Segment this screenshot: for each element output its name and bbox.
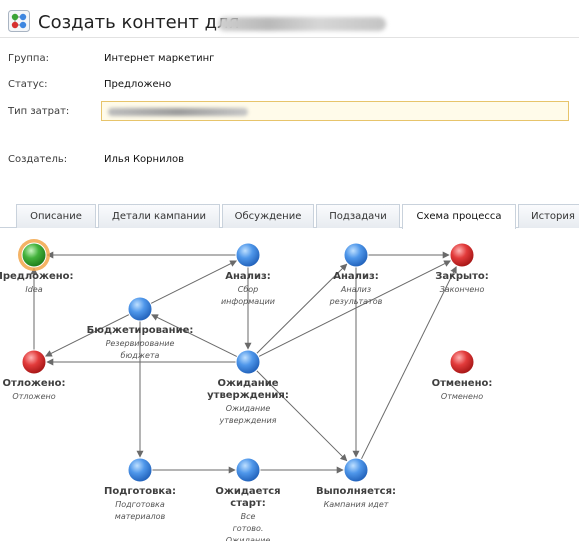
- state-description-postponed: Отложено: [12, 392, 55, 401]
- state-title-awaiting: утверждения:: [207, 390, 289, 401]
- state-description-cancelled: Отменено: [441, 392, 483, 401]
- state-title-waitstart: старт:: [230, 498, 265, 509]
- state-node-closed[interactable]: [449, 242, 475, 268]
- tab-subtasks[interactable]: Подзадачи: [316, 204, 400, 228]
- state-title-postponed: Отложено:: [2, 378, 65, 389]
- state-description-proposed: Idea: [25, 285, 42, 294]
- state-title-proposed: Предложено:: [0, 271, 74, 282]
- creator-label: Создатель:: [8, 154, 68, 165]
- state-title-budgeting: Бюджетирование:: [87, 325, 194, 336]
- status-label: Статус:: [8, 79, 48, 90]
- state-title-running: Выполняется:: [316, 486, 396, 497]
- tab-discussion[interactable]: Обсуждение: [222, 204, 314, 228]
- state-description-analysis2: Анализ: [340, 285, 371, 294]
- redacted-cost-type: [108, 108, 248, 116]
- state-node-analysis1[interactable]: [235, 242, 261, 268]
- state-description-running: Кампания идет: [324, 500, 389, 509]
- state-node-cancelled[interactable]: [449, 349, 475, 375]
- state-description-analysis2: результатов: [329, 297, 383, 306]
- state-node-waitstart[interactable]: [235, 457, 261, 483]
- state-node-budgeting[interactable]: [127, 296, 153, 322]
- state-node-analysis2[interactable]: [343, 242, 369, 268]
- creator-value: Илья Корнилов: [104, 154, 184, 165]
- tab-campaign-details[interactable]: Детали кампании: [98, 204, 220, 228]
- state-node-running[interactable]: [343, 457, 369, 483]
- cost-type-label: Тип затрат:: [8, 106, 70, 117]
- state-title-cancelled: Отменено:: [432, 378, 493, 389]
- state-description-waitstart: Все: [241, 512, 256, 521]
- state-node-proposed[interactable]: [21, 242, 47, 268]
- tab-history[interactable]: История: [518, 204, 579, 228]
- process-diagram: Предложено: Idea Анализ: Сбор информации Анал…: [0, 239, 493, 541]
- state-node-preparation[interactable]: [127, 457, 153, 483]
- redacted-title-part: [218, 17, 386, 31]
- workflow-icon: [8, 10, 30, 32]
- state-description-awaiting: Ожидание: [226, 404, 271, 413]
- state-title-analysis1: Анализ:: [225, 271, 271, 282]
- tab-description[interactable]: Описание: [16, 204, 96, 228]
- state-title-analysis2: Анализ:: [333, 271, 379, 282]
- state-description-analysis1: информации: [221, 297, 275, 306]
- group-value: Интернет маркетинг: [104, 53, 215, 64]
- title-divider: [0, 37, 579, 38]
- group-label: Группа:: [8, 53, 49, 64]
- state-description-budgeting: бюджета: [121, 351, 160, 360]
- transition-arrow-running-to-closed: [360, 266, 457, 460]
- state-title-waitstart: Ожидается: [215, 486, 280, 497]
- status-value: Предложено: [104, 79, 172, 90]
- state-title-awaiting: Ожидание: [218, 378, 279, 389]
- tab-bar: Описание Детали кампании Обсуждение Подз…: [0, 204, 579, 229]
- state-title-preparation: Подготовка:: [104, 486, 176, 497]
- state-description-budgeting: Резервирование: [106, 339, 175, 348]
- state-title-closed: Закрыто:: [435, 271, 489, 282]
- page-title: Создать контент для: [38, 12, 240, 33]
- state-description-analysis1: Сбор: [238, 285, 259, 294]
- state-description-waitstart: готово.: [233, 524, 264, 533]
- state-description-preparation: материалов: [115, 512, 166, 521]
- state-description-waitstart: Ожидание: [226, 536, 271, 541]
- tab-process-scheme[interactable]: Схема процесса: [402, 204, 516, 229]
- state-description-closed: Закончено: [440, 285, 485, 294]
- cost-type-input[interactable]: [101, 101, 569, 121]
- title-bar: Создать контент для: [0, 0, 579, 38]
- state-description-preparation: Подготовка: [115, 500, 165, 509]
- state-description-awaiting: утверждения: [218, 416, 276, 425]
- state-node-postponed[interactable]: [21, 349, 47, 375]
- state-node-awaiting[interactable]: [235, 349, 261, 375]
